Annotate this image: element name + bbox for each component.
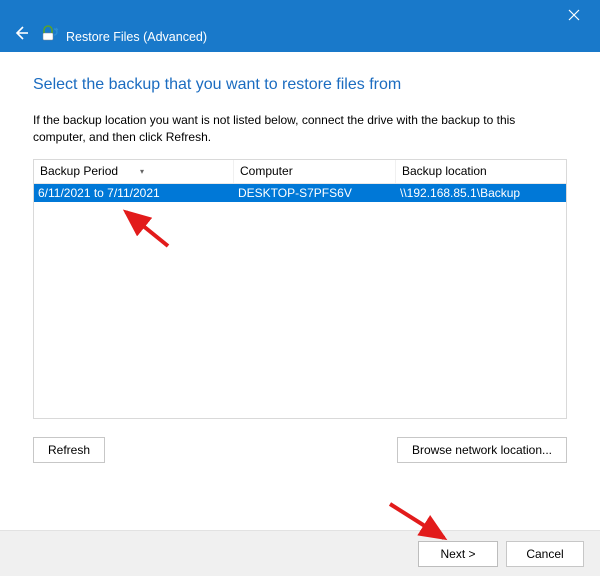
back-arrow-icon[interactable] xyxy=(10,22,32,44)
column-header-computer[interactable]: Computer xyxy=(234,160,396,183)
button-row: Refresh Browse network location... xyxy=(33,437,567,463)
app-icon xyxy=(40,24,60,44)
column-header-location[interactable]: Backup location xyxy=(396,160,566,183)
window-title: Restore Files (Advanced) xyxy=(66,30,207,44)
cancel-button[interactable]: Cancel xyxy=(506,541,584,567)
next-button[interactable]: Next > xyxy=(418,541,498,567)
page-heading: Select the backup that you want to resto… xyxy=(33,76,567,94)
refresh-button[interactable]: Refresh xyxy=(33,437,105,463)
column-label: Backup location xyxy=(402,164,487,178)
list-header: Backup Period ▾ Computer Backup location xyxy=(34,160,566,184)
content-area: Select the backup that you want to resto… xyxy=(0,52,600,473)
backup-row-selected[interactable]: 6/11/2021 to 7/11/2021 DESKTOP-S7PFS6V \… xyxy=(34,184,566,202)
cell-computer: DESKTOP-S7PFS6V xyxy=(234,184,396,202)
cell-location: \\192.168.85.1\Backup xyxy=(396,184,566,202)
column-header-period[interactable]: Backup Period ▾ xyxy=(34,160,234,183)
browse-network-button[interactable]: Browse network location... xyxy=(397,437,567,463)
sort-chevron-icon: ▾ xyxy=(140,167,144,176)
cell-period: 6/11/2021 to 7/11/2021 xyxy=(34,184,234,202)
column-label: Computer xyxy=(240,164,293,178)
titlebar: Restore Files (Advanced) xyxy=(0,0,600,52)
column-label: Backup Period xyxy=(40,164,118,178)
instruction-text: If the backup location you want is not l… xyxy=(33,112,567,147)
close-button[interactable] xyxy=(554,2,594,28)
backup-list[interactable]: Backup Period ▾ Computer Backup location… xyxy=(33,159,567,419)
wizard-footer: Next > Cancel xyxy=(0,530,600,576)
